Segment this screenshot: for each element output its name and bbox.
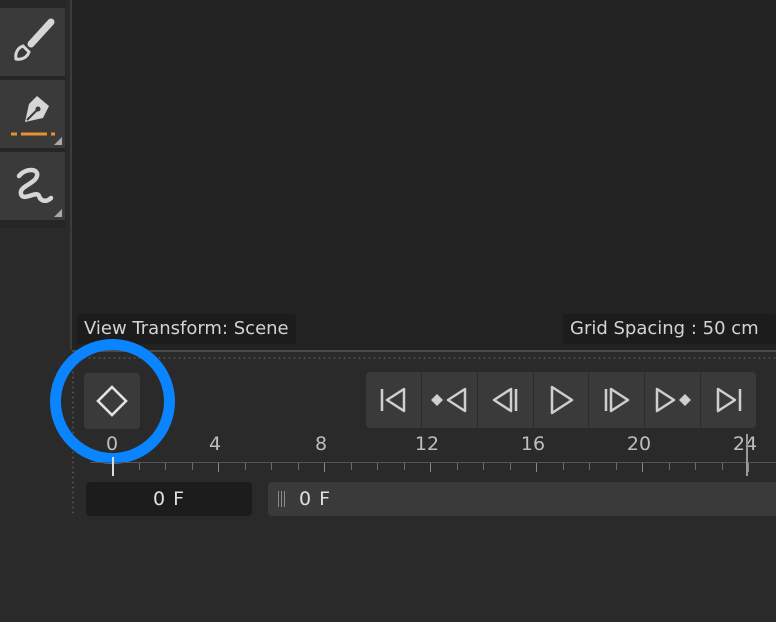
ruler-tick: [271, 463, 272, 470]
ruler-tick: [218, 463, 219, 472]
ruler-tick: [669, 463, 670, 470]
frame-range-bar[interactable]: 0 F: [268, 482, 776, 516]
next-keyframe-icon: [655, 387, 691, 413]
ruler-label: 0: [105, 433, 119, 455]
ruler-tick: [695, 463, 696, 470]
ruler-tick: [722, 463, 723, 470]
ruler-tick: [563, 463, 564, 470]
playhead[interactable]: [112, 457, 114, 476]
panel-resize-handle[interactable]: [72, 356, 776, 360]
ruler-tick: [510, 463, 511, 470]
ruler-label: 8: [314, 433, 328, 455]
brush-tool-button[interactable]: [0, 8, 65, 76]
ruler-label: 20: [626, 433, 652, 455]
ruler-tick: [457, 463, 458, 470]
brush-icon: [13, 18, 54, 61]
play-button[interactable]: [534, 372, 590, 428]
play-icon: [550, 385, 574, 415]
grid-spacing-label: Grid Spacing : 50 cm: [563, 314, 776, 344]
ruler-tick: [377, 463, 378, 470]
step-forward-button[interactable]: [589, 372, 646, 428]
frame-bar-value: 0 F: [299, 488, 332, 510]
ruler-tick: [430, 463, 431, 472]
ruler-tick: [404, 463, 405, 470]
end-frame-marker[interactable]: [746, 434, 748, 476]
go-to-start-button[interactable]: [366, 372, 422, 428]
tool-options-indicator: [54, 137, 62, 145]
ruler-label: 16: [520, 433, 546, 455]
step-back-icon: [492, 387, 518, 413]
go-to-end-button[interactable]: [701, 372, 756, 428]
current-frame-field[interactable]: 0 F: [86, 482, 252, 516]
next-keyframe-button[interactable]: [645, 372, 702, 428]
ruler-tick: [483, 463, 484, 470]
scene-viewport[interactable]: [70, 0, 776, 350]
ruler-tick: [616, 463, 617, 470]
previous-keyframe-icon: [431, 387, 467, 413]
skip-to-start-icon: [381, 387, 406, 413]
ruler-tick: [536, 463, 537, 472]
tool-palette: [0, 0, 66, 228]
ruler-tick: [165, 463, 166, 470]
ruler-label: 24: [732, 433, 758, 455]
ruler-tick: [324, 463, 325, 472]
squiggle-icon: [16, 167, 53, 203]
stroke-tool-button[interactable]: [0, 152, 65, 220]
ruler-tick: [351, 463, 352, 470]
pen-tool-button[interactable]: [0, 80, 65, 148]
ruler-tick: [139, 463, 140, 470]
ruler-tick: [245, 463, 246, 470]
skip-to-end-icon: [716, 387, 741, 413]
ruler-tick: [298, 463, 299, 470]
drag-handle[interactable]: [278, 491, 286, 507]
ruler-label: 4: [208, 433, 222, 455]
tool-options-indicator: [54, 209, 62, 217]
previous-keyframe-button[interactable]: [422, 372, 478, 428]
ruler-label: 12: [414, 433, 440, 455]
playback-controls: [366, 372, 756, 428]
step-back-button[interactable]: [478, 372, 534, 428]
step-forward-icon: [604, 387, 630, 413]
ruler-tick: [748, 463, 749, 472]
pen-nib-icon: [10, 96, 55, 136]
ruler-tick: [642, 463, 643, 472]
ruler-tick: [192, 463, 193, 470]
ruler-tick: [589, 463, 590, 470]
